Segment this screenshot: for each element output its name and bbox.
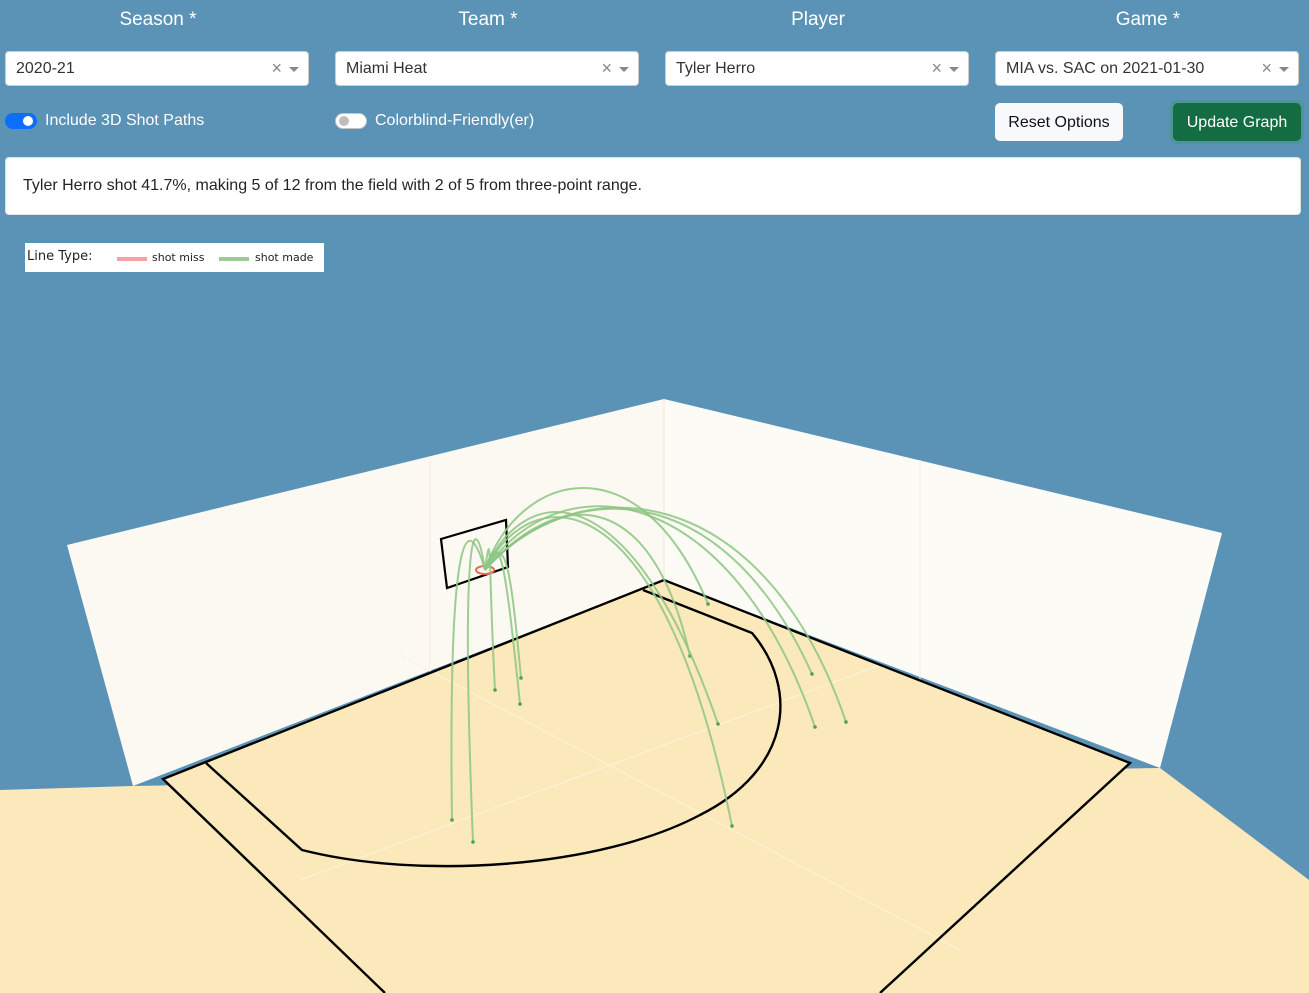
shot-made-origin[interactable] bbox=[706, 602, 710, 606]
season-select[interactable]: 2020-21 × bbox=[5, 51, 309, 86]
legend-swatch-miss bbox=[117, 257, 147, 261]
player-chevron-down-icon[interactable] bbox=[949, 67, 959, 72]
legend-label-miss: shot miss bbox=[152, 251, 205, 264]
team-value: Miami Heat bbox=[346, 60, 427, 77]
game-value: MIA vs. SAC on 2021-01-30 bbox=[1006, 60, 1205, 77]
game-label: Game * bbox=[1115, 9, 1181, 30]
shot-made-origin[interactable] bbox=[810, 672, 814, 676]
chart-legend: Line Type: shot miss shot made bbox=[25, 243, 324, 272]
player-label: Player bbox=[791, 9, 845, 30]
shot-made-origin[interactable] bbox=[716, 722, 720, 726]
player-clear-icon[interactable]: × bbox=[931, 58, 942, 78]
summary-panel: Tyler Herro shot 41.7%, making 5 of 12 f… bbox=[5, 157, 1301, 215]
toggle-knob-icon bbox=[23, 116, 33, 126]
season-chevron-down-icon[interactable] bbox=[289, 67, 299, 72]
toggle-3d-shot-paths-label[interactable]: Include 3D Shot Paths bbox=[45, 111, 204, 131]
shot-chart-3d[interactable] bbox=[0, 225, 1309, 993]
shot-made-origin[interactable] bbox=[844, 720, 848, 724]
shot-made-origin[interactable] bbox=[518, 702, 522, 706]
player-select[interactable]: Tyler Herro × bbox=[665, 51, 969, 86]
reset-options-button[interactable]: Reset Options bbox=[995, 103, 1123, 141]
team-chevron-down-icon[interactable] bbox=[619, 67, 629, 72]
legend-title: Line Type: bbox=[27, 249, 93, 264]
shot-made-origin[interactable] bbox=[813, 725, 817, 729]
shot-made-origin[interactable] bbox=[493, 688, 497, 692]
toggle-knob-icon bbox=[339, 116, 349, 126]
team-clear-icon[interactable]: × bbox=[601, 58, 612, 78]
legend-label-made: shot made bbox=[255, 251, 314, 264]
game-clear-icon[interactable]: × bbox=[1261, 58, 1272, 78]
toggle-3d-shot-paths[interactable] bbox=[5, 113, 37, 129]
game-select[interactable]: MIA vs. SAC on 2021-01-30 × bbox=[995, 51, 1299, 86]
shot-made-origin[interactable] bbox=[450, 818, 454, 822]
summary-text: Tyler Herro shot 41.7%, making 5 of 12 f… bbox=[23, 177, 642, 194]
player-value: Tyler Herro bbox=[676, 60, 756, 77]
season-clear-icon[interactable]: × bbox=[271, 58, 282, 78]
shot-made-origin[interactable] bbox=[730, 824, 734, 828]
app-page: Season * Team * Player Game * 2020-21 × … bbox=[0, 0, 1309, 993]
game-chevron-down-icon[interactable] bbox=[1279, 67, 1289, 72]
shot-made-origin[interactable] bbox=[471, 840, 475, 844]
shot-made-origin[interactable] bbox=[519, 676, 523, 680]
team-label: Team * bbox=[458, 9, 518, 30]
season-label: Season * bbox=[119, 9, 197, 30]
season-value: 2020-21 bbox=[16, 60, 75, 77]
legend-swatch-made bbox=[219, 257, 249, 261]
team-select[interactable]: Miami Heat × bbox=[335, 51, 639, 86]
update-graph-button[interactable]: Update Graph bbox=[1173, 103, 1301, 141]
toggle-colorblind[interactable] bbox=[335, 113, 367, 129]
toggle-colorblind-label[interactable]: Colorblind-Friendly(er) bbox=[375, 111, 534, 131]
